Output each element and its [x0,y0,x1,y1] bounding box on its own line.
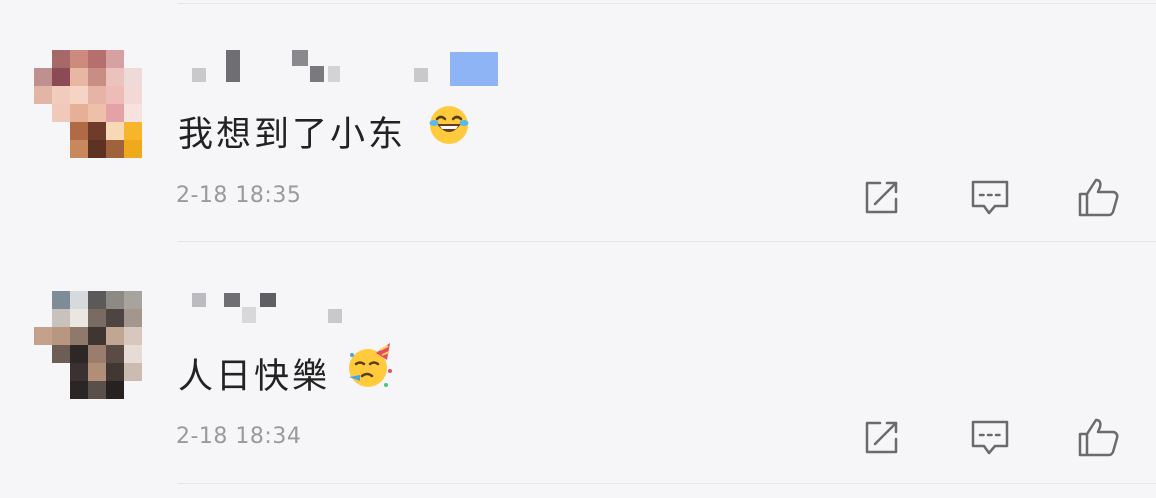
username-blurred[interactable] [188,291,388,331]
comment-actions [860,415,1130,459]
share-icon[interactable] [860,415,904,459]
comment-timestamp: 2-18 18:34 [176,424,302,449]
thumbs-up-icon[interactable] [1076,415,1120,459]
share-icon[interactable] [860,175,904,219]
username-blurred[interactable] [188,50,508,90]
avatar[interactable] [34,50,154,158]
comment-actions [860,175,1130,219]
comment-item: 人日快樂 2-18 18:34 [0,241,1156,481]
comment-text: 我想到了小东 [178,115,407,155]
comment-icon[interactable] [968,175,1012,219]
bottom-divider [178,483,1156,484]
thumbs-up-icon[interactable] [1076,175,1120,219]
partying-face-emoji [346,341,396,391]
avatar[interactable] [34,291,154,399]
grinning-squinting-tears-emoji [428,104,470,146]
comment-icon[interactable] [968,415,1012,459]
comment-text: 人日快樂 [178,357,331,397]
comment-timestamp: 2-18 18:35 [176,183,302,208]
comment-item: 我想到了小东 2-18 18:35 [0,0,1156,240]
